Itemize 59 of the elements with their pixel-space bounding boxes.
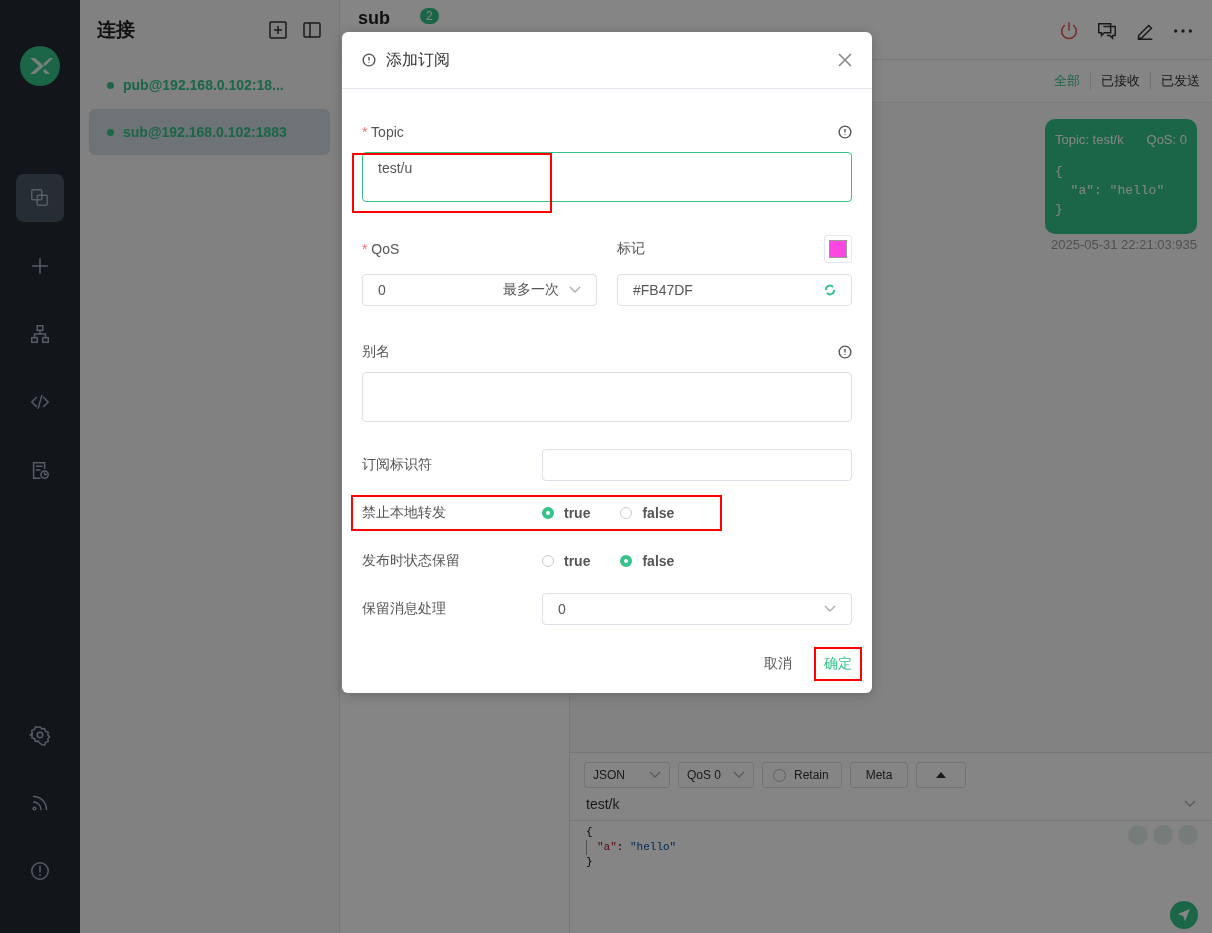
radio-option[interactable]: true <box>542 505 591 521</box>
topic-input[interactable]: test/k <box>586 796 620 812</box>
dialog-title: 添加订阅 <box>386 49 451 70</box>
chevron-icon <box>1184 800 1196 808</box>
field-label: 订阅标识符 <box>362 456 432 472</box>
connections-icon[interactable] <box>29 187 51 209</box>
app-logo <box>20 46 60 86</box>
info-icon[interactable] <box>29 860 51 882</box>
field-label: 别名 <box>362 343 390 361</box>
payload-editor[interactable]: { "a": "hello" } <box>570 821 1212 931</box>
count-badge: 2 <box>420 8 439 24</box>
chevron-icon <box>649 771 661 779</box>
filter-tab[interactable]: 已发送 <box>1150 72 1210 90</box>
color-picker[interactable] <box>824 235 852 263</box>
meta-button[interactable]: Meta <box>850 762 908 788</box>
alias-field[interactable] <box>362 372 852 422</box>
retain-toggle[interactable]: Retain <box>762 762 842 788</box>
caret-icon <box>936 772 946 778</box>
refresh-icon[interactable] <box>824 284 836 296</box>
field-label: 禁止本地转发 <box>362 504 446 520</box>
radio-option[interactable]: true <box>542 553 591 569</box>
network-icon[interactable] <box>29 323 51 345</box>
settings-icon[interactable] <box>29 724 51 746</box>
message-topic: Topic: test/k <box>1055 132 1124 147</box>
color-field[interactable]: #FB47DF <box>617 274 852 306</box>
radio-option[interactable]: false <box>620 505 675 521</box>
info-icon <box>838 125 852 139</box>
field-label: 发布时状态保留 <box>362 552 460 568</box>
chevron-icon <box>824 605 836 613</box>
filter-tab[interactable]: 已接收 <box>1090 72 1150 90</box>
subscription-id-field[interactable] <box>542 449 852 481</box>
add-icon[interactable] <box>268 20 288 40</box>
panel-title: 连接 <box>97 18 136 42</box>
rail-tab[interactable] <box>16 174 64 222</box>
field-label: * Topic <box>362 124 404 140</box>
sidebar-toggle-icon[interactable] <box>302 20 322 40</box>
radio-option[interactable]: false <box>620 553 675 569</box>
qos-select[interactable]: 0 最多一次 <box>362 274 597 306</box>
message-payload: { "a": "hello" } <box>1055 163 1166 219</box>
plus-icon[interactable] <box>29 255 51 277</box>
info-icon <box>362 53 376 67</box>
chevron-icon <box>569 286 581 294</box>
send-button[interactable] <box>1170 901 1198 929</box>
expand-button[interactable] <box>916 762 966 788</box>
message-qos: QoS: 0 <box>1146 132 1187 147</box>
connection-title: sub <box>358 8 390 29</box>
field-label: 标记 <box>617 240 645 258</box>
topic-field[interactable]: test/u <box>362 152 852 202</box>
chat-icon[interactable] <box>1096 20 1118 42</box>
chevron-icon <box>733 771 745 779</box>
cancel-button[interactable]: 取消 <box>756 649 800 679</box>
retain-handling-select[interactable]: 0 <box>542 593 852 625</box>
field-label: 保留消息处理 <box>362 600 446 616</box>
format-select[interactable]: JSON <box>584 762 670 788</box>
field-label: * QoS <box>362 241 400 257</box>
power-icon[interactable] <box>1058 20 1080 42</box>
qos-select[interactable]: QoS 0 <box>678 762 754 788</box>
close-icon[interactable] <box>838 53 852 67</box>
info-icon <box>838 345 852 359</box>
